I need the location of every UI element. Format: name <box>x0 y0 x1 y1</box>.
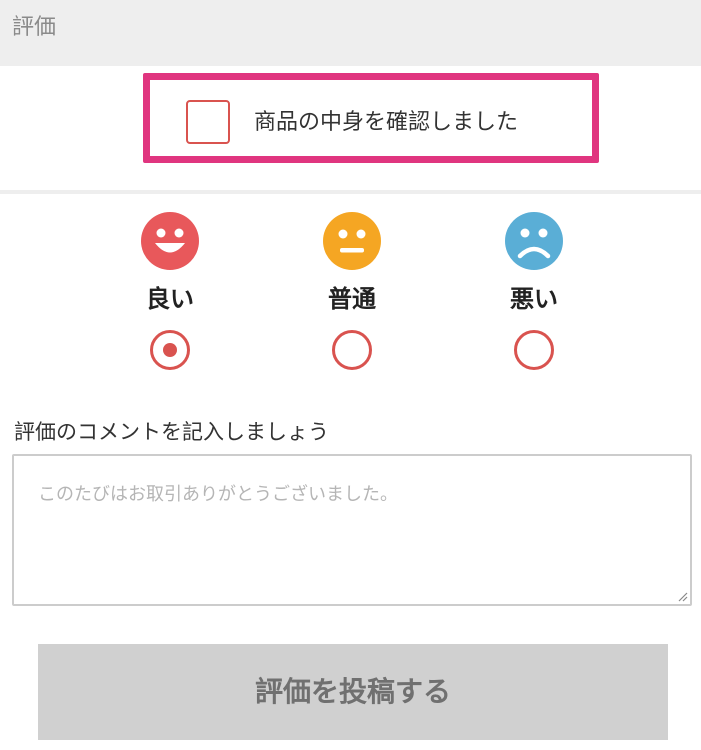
rating-label-good[interactable]: 良い <box>110 284 230 314</box>
confirm-contents-section[interactable]: 商品の中身を確認しました <box>143 73 599 163</box>
rating-radio-good[interactable] <box>150 330 190 370</box>
rating-label-bad[interactable]: 悪い <box>474 284 594 314</box>
comment-label: 評価のコメントを記入しましょう <box>14 420 329 444</box>
rating-radio-normal[interactable] <box>332 330 372 370</box>
resize-grip-icon[interactable] <box>676 590 688 602</box>
rating-label-normal[interactable]: 普通 <box>292 284 412 314</box>
neutral-face-icon <box>323 212 381 270</box>
rating-option-good[interactable]: 良い <box>110 212 230 372</box>
comment-textarea[interactable] <box>12 454 692 606</box>
rating-option-bad[interactable]: 悪い <box>474 212 594 372</box>
submit-rating-button[interactable]: 評価を投稿する <box>38 644 668 740</box>
radio-selected-dot <box>163 343 177 357</box>
rating-radio-bad[interactable] <box>514 330 554 370</box>
confirm-contents-label[interactable]: 商品の中身を確認しました <box>254 108 518 138</box>
page-title: 評価 <box>12 15 57 40</box>
sad-face-icon <box>505 212 563 270</box>
smile-face-icon <box>141 212 199 270</box>
page-header: 評価 <box>0 0 701 66</box>
section-divider <box>0 190 701 194</box>
confirm-contents-checkbox[interactable] <box>186 100 230 144</box>
rating-option-normal[interactable]: 普通 <box>292 212 412 372</box>
